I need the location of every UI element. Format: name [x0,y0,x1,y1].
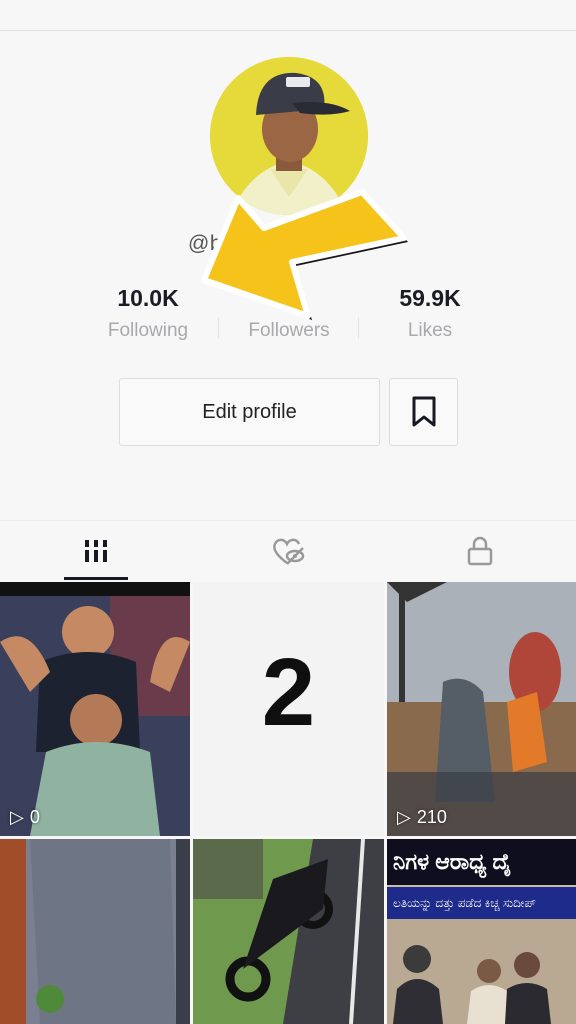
video-banner-subtitle: ಲತಿಯನ್ನು ದತ್ತು ಪಡೆದ ಕಿಚ್ಚ ಸುದೀಪ್ [387,887,576,919]
tab-liked[interactable] [192,521,384,581]
video-tile[interactable]: ▷ 0 [0,582,190,836]
video-thumbnail [387,582,576,836]
video-thumbnail [0,839,190,1024]
view-count-text: 0 [29,807,40,827]
video-thumbnail [0,582,190,836]
view-count: ▷ 0 [10,807,40,828]
tab-videos[interactable] [0,521,192,581]
tab-private[interactable] [384,521,576,581]
play-icon: ▷ [10,807,24,827]
grid-icon [83,540,109,562]
view-count-text: 210 [416,807,447,827]
video-tile[interactable] [0,839,190,1024]
video-tile[interactable]: 2 [193,582,384,836]
edit-profile-button[interactable]: Edit profile [119,378,380,446]
video-tile[interactable]: ನಿಗಳ ಆರಾಧ್ಯ ದೈ ಲತಿಯನ್ನು ದತ್ತು ಪಡೆದ ಕಿಚ್ಚ… [387,839,576,1024]
video-tile[interactable] [193,839,384,1024]
active-tab-indicator [64,577,128,580]
view-count: ▷ 210 [397,807,447,828]
profile-tabs [0,520,576,581]
overlay-number: 2 [261,639,316,746]
lock-icon [467,536,493,566]
favorites-button[interactable] [389,378,458,446]
video-banner: ನಿಗಳ ಆರಾಧ್ಯ ದೈ [387,839,576,885]
video-tile[interactable]: ▷ 210 [387,582,576,836]
video-thumbnail [193,839,384,1024]
top-bar [0,0,576,31]
play-icon: ▷ [397,807,411,827]
bookmark-icon [412,396,435,427]
arrow-overlay-icon [201,189,408,320]
liked-hidden-icon [273,538,305,565]
